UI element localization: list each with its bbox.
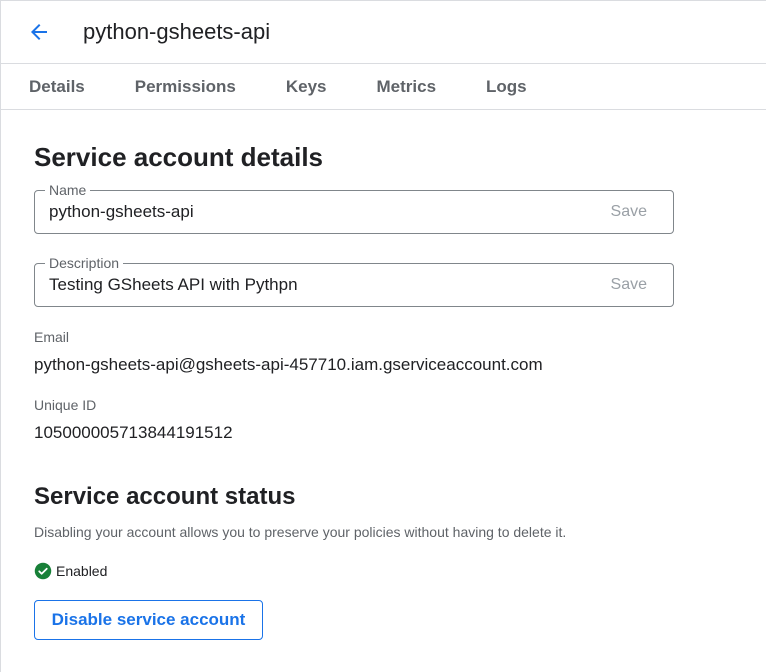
back-button[interactable]: [25, 18, 53, 46]
email-block: Email python-gsheets-api@gsheets-api-457…: [34, 328, 766, 376]
description-input[interactable]: [49, 275, 569, 295]
email-value: python-gsheets-api@gsheets-api-457710.ia…: [34, 355, 543, 374]
unique-id-value: 105000005713844191512: [34, 423, 233, 442]
unique-id-block: Unique ID 105000005713844191512: [34, 396, 766, 444]
name-input[interactable]: [49, 202, 569, 222]
tab-details[interactable]: Details: [29, 77, 85, 97]
page-title: python-gsheets-api: [83, 19, 271, 44]
tab-logs[interactable]: Logs: [486, 77, 527, 97]
tab-keys[interactable]: Keys: [286, 77, 327, 97]
tab-permissions[interactable]: Permissions: [135, 77, 236, 97]
status-description: Disabling your account allows you to pre…: [34, 524, 567, 540]
tab-metrics[interactable]: Metrics: [377, 77, 437, 97]
tab-bar: Details Permissions Keys Metrics Logs: [1, 64, 766, 110]
status-indicator: Enabled: [34, 562, 766, 580]
check-circle-icon: [34, 562, 52, 580]
email-label: Email: [34, 329, 70, 345]
arrow-back-icon: [31, 24, 47, 40]
name-save-button[interactable]: Save: [611, 203, 647, 221]
disable-service-account-button[interactable]: Disable service account: [34, 600, 263, 640]
page-header: python-gsheets-api: [1, 1, 766, 64]
details-panel: Service account details Name Save Descri…: [1, 110, 766, 640]
description-label: Description: [45, 254, 124, 272]
service-account-page: python-gsheets-api Details Permissions K…: [0, 0, 766, 672]
description-field: Description Save: [34, 254, 674, 307]
status-heading: Service account status: [34, 483, 296, 510]
status-text: Enabled: [56, 563, 108, 579]
details-heading: Service account details: [34, 142, 324, 172]
name-label: Name: [45, 181, 91, 199]
name-field: Name Save: [34, 181, 674, 234]
description-save-button[interactable]: Save: [611, 276, 647, 294]
unique-id-label: Unique ID: [34, 397, 97, 413]
